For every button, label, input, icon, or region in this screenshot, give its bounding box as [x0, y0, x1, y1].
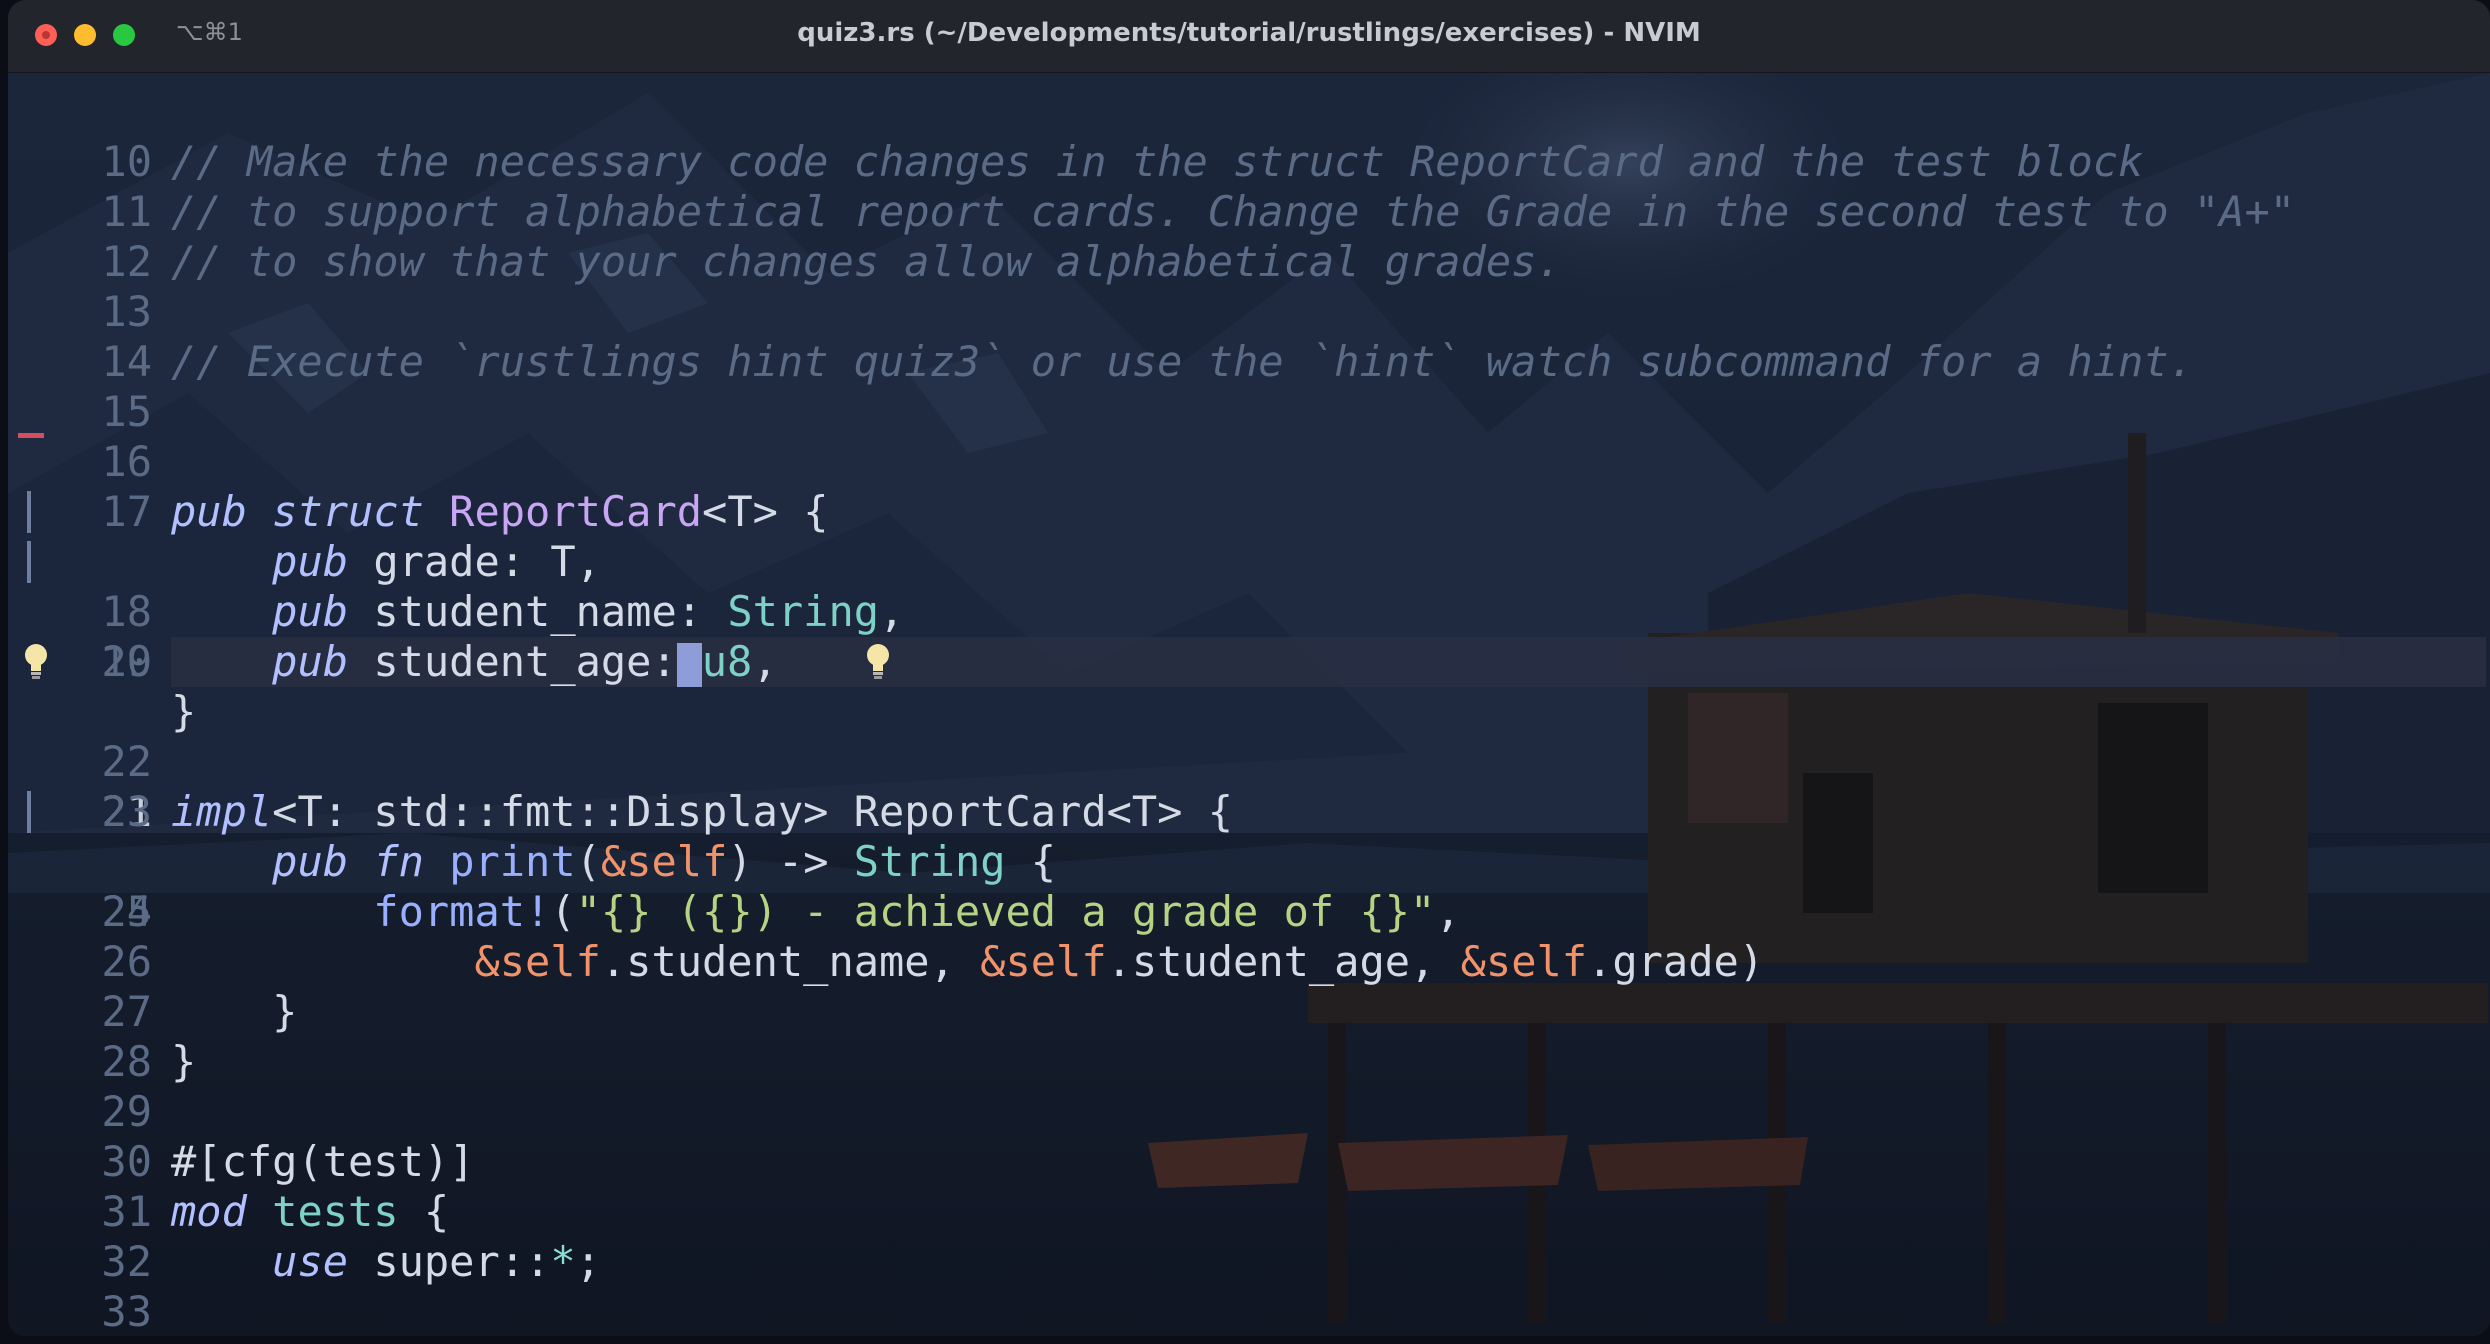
plain-token: .student_name, — [600, 937, 981, 986]
code-line: 29 } — [8, 1037, 2490, 1136]
code-line: 31 #[cfg(test)] — [8, 1137, 2490, 1236]
code-line: 22 } — [8, 687, 2490, 786]
keyword-token: pub — [272, 587, 349, 636]
code-line: 20 pub student_name: String, — [8, 587, 2490, 686]
code-line: 28 } — [8, 987, 2490, 1086]
git-change-sign — [27, 491, 31, 533]
code-line: 15 // Execute `rustlings hint quiz3` or … — [8, 337, 2490, 436]
builtin-type-token: u8 — [701, 637, 753, 686]
code-line: 12 // to support alphabetical report car… — [8, 187, 2490, 286]
line-number: 33 — [101, 1287, 152, 1336]
plain-token: } — [272, 987, 298, 1036]
string-token: "{} ({}) - achieved a grade of {}" — [575, 887, 1436, 936]
code-buffer[interactable]: 10 11 // Make the necessary code changes… — [8, 87, 2490, 1336]
plain-token: } — [171, 1037, 197, 1086]
plain-token: , — [879, 587, 905, 636]
code-text: pub student_age: u8, — [171, 637, 778, 687]
plain-token: student_age: — [373, 637, 677, 686]
lightbulb-icon[interactable] — [22, 641, 50, 681]
self-token: &self — [600, 837, 728, 886]
plain-token: <T> { — [702, 487, 829, 536]
code-comment: // to support alphabetical report cards.… — [171, 187, 2296, 236]
keyword-token: fn — [373, 837, 424, 886]
plain-token: ) -> — [727, 837, 854, 886]
current-code-line: 21 pub student_age: u8, — [8, 637, 2490, 836]
type-token: ReportCard — [449, 487, 703, 536]
code-line: 25 pub fn print(&self) -> String { — [8, 837, 2490, 936]
code-text: } — [171, 987, 297, 1037]
code-line: 19 pub grade: T, — [8, 537, 2490, 686]
code-text: &self.student_name, &self.student_age, &… — [171, 937, 1764, 987]
text-cursor — [676, 642, 702, 687]
code-line: 18 pub struct ReportCard<T> { — [8, 487, 2490, 636]
function-token: format! — [373, 887, 551, 936]
code-line: 17 — [8, 437, 2490, 536]
code-line: 32 mod tests { — [8, 1187, 2490, 1286]
self-token: &self — [1460, 937, 1588, 986]
plain-token: <T: std::fmt::Display> ReportCard<T> { — [272, 787, 1234, 836]
builtin-type-token: String — [727, 587, 880, 636]
attribute-token: #[cfg(test)] — [171, 1137, 475, 1186]
plain-token: student_name: — [373, 587, 728, 636]
title-bar[interactable]: ⌥⌘1 quiz3.rs (~/Developments/tutorial/ru… — [8, 0, 2490, 73]
module-token: tests — [272, 1187, 399, 1236]
code-text: format!("{} ({}) - achieved a grade of {… — [171, 887, 1461, 937]
keyword-token: mod — [171, 1187, 247, 1236]
plain-token: ( — [575, 837, 601, 886]
code-line: 11 // Make the necessary code changes in… — [8, 137, 2490, 236]
git-change-sign — [27, 541, 31, 583]
plain-token: .grade) — [1587, 937, 1765, 986]
code-text: pub struct ReportCard<T> { — [171, 487, 828, 537]
code-text: pub grade: T, — [171, 537, 601, 587]
keyword-token: struct — [272, 487, 424, 536]
function-token: print — [449, 837, 576, 886]
plain-token: } — [171, 687, 197, 736]
code-text: pub fn print(&self) -> String { — [171, 837, 1056, 887]
code-line: 16 — [8, 387, 2490, 486]
plain-token: ( — [550, 887, 576, 936]
code-line: 24 impl<T: std::fmt::Display> ReportCard… — [8, 787, 2490, 936]
terminal-window: ⌥⌘1 quiz3.rs (~/Developments/tutorial/ru… — [8, 0, 2490, 1336]
plain-token: ; — [575, 1237, 601, 1286]
code-line: 27 &self.student_name, &self.student_age… — [8, 937, 2490, 1036]
code-line: 13 // to show that your changes allow al… — [8, 237, 2490, 336]
lightbulb-icon[interactable] — [864, 641, 892, 681]
keyword-token: pub — [272, 837, 349, 886]
keyword-token: pub — [272, 537, 349, 586]
keyword-token: impl — [171, 787, 273, 836]
code-text: impl<T: std::fmt::Display> ReportCard<T>… — [171, 787, 1233, 837]
window-title: quiz3.rs (~/Developments/tutorial/rustli… — [797, 18, 1701, 48]
plain-token: grade: T, — [373, 537, 601, 586]
code-line: 10 — [8, 87, 2490, 186]
keyword-token: pub — [272, 637, 349, 686]
code-comment: // Make the necessary code changes in th… — [171, 137, 2144, 186]
self-token: &self — [980, 937, 1107, 986]
code-text: mod tests { — [171, 1187, 449, 1237]
editor-area[interactable]: 10 11 // Make the necessary code changes… — [8, 73, 2490, 1336]
plain-token: , — [1435, 887, 1461, 936]
code-line: 26 format!("{} ({}) - achieved a grade o… — [8, 887, 2490, 986]
code-line: 33 use super::*; — [8, 1237, 2490, 1336]
code-text: use super::*; — [171, 1237, 601, 1287]
plain-token: super:: — [373, 1237, 551, 1286]
self-token: &self — [474, 937, 601, 986]
keyword-token: use — [272, 1237, 349, 1286]
code-comment: // to show that your changes allow alpha… — [171, 237, 1562, 286]
git-change-sign — [27, 791, 31, 833]
plain-token: { — [398, 1187, 450, 1236]
code-comment: // Execute `rustlings hint quiz3` or use… — [171, 337, 2194, 386]
code-line: 23 — [8, 737, 2490, 836]
builtin-type-token: String — [853, 837, 1006, 886]
code-text: pub student_name: String, — [171, 587, 904, 637]
plain-token: , — [752, 637, 778, 686]
plain-token: { — [1005, 837, 1057, 886]
code-line: 30 — [8, 1087, 2490, 1186]
keyword-token: pub — [171, 487, 247, 536]
plain-token: .student_age, — [1106, 937, 1461, 986]
code-line: 14 — [8, 287, 2490, 386]
operator-token: * — [550, 1237, 576, 1286]
